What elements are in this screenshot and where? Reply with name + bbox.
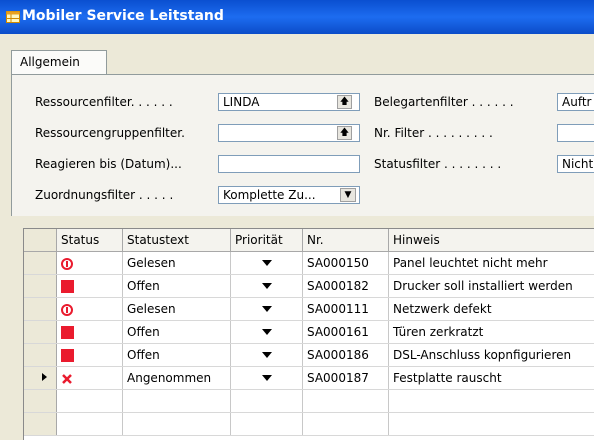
statustext-cell: Offen: [123, 275, 231, 298]
column-header-statustext[interactable]: Statustext: [123, 229, 231, 252]
column-header-hinweis[interactable]: Hinweis: [389, 229, 594, 252]
chevron-down-icon[interactable]: ▼: [340, 188, 356, 202]
nr-cell: SA000111: [303, 298, 389, 321]
priority-cell: [231, 252, 303, 275]
table-row[interactable]: Gelesen SA000150 Panel leuchtet nicht me…: [24, 252, 594, 275]
row-selector[interactable]: [24, 275, 57, 298]
hinweis-cell: Netzwerk defekt: [389, 298, 594, 321]
hinweis-cell: Festplatte rauscht: [389, 367, 594, 390]
open-square-icon: [61, 326, 74, 339]
read-circle-icon: [61, 258, 73, 270]
status-filter-field[interactable]: Nicht: [557, 155, 594, 173]
current-row-pointer-icon: [24, 372, 56, 382]
no-filter-label: Nr. Filter . . . . . . . . .: [374, 126, 493, 140]
tab-label: Allgemein: [20, 55, 80, 69]
read-circle-icon: [61, 304, 73, 316]
table-row[interactable]: Offen SA000161 Türen zerkratzt: [24, 321, 594, 344]
statustext-cell: Offen: [123, 344, 231, 367]
doc-type-filter-label: Belegartenfilter . . . . . .: [374, 95, 514, 109]
hinweis-cell: Drucker soll installiert werden: [389, 275, 594, 298]
row-selector[interactable]: [24, 298, 57, 321]
priority-arrow-icon: [261, 374, 273, 382]
priority-arrow-icon: [261, 259, 273, 267]
respond-by-label: Reagieren bis (Datum)...: [35, 157, 182, 171]
priority-arrow-icon: [261, 351, 273, 359]
tab-allgemein[interactable]: Allgemein: [11, 50, 107, 74]
row-selector[interactable]: [24, 321, 57, 344]
nr-cell: SA000182: [303, 275, 389, 298]
assignment-filter-label: Zuordnungsfilter . . . . .: [35, 188, 173, 202]
priority-cell: [231, 298, 303, 321]
table-window-icon: [6, 11, 20, 23]
row-selector[interactable]: [24, 367, 57, 390]
row-selector[interactable]: [24, 252, 57, 275]
table-row[interactable]: Gelesen SA000111 Netzwerk defekt: [24, 298, 594, 321]
priority-cell: [231, 275, 303, 298]
nr-cell: SA000150: [303, 252, 389, 275]
priority-arrow-icon: [261, 305, 273, 313]
open-square-icon: [61, 280, 74, 293]
window-title: Mobiler Service Leitstand: [22, 8, 224, 24]
accepted-x-icon: [61, 373, 73, 385]
lookup-arrow-icon[interactable]: 🡅: [337, 95, 352, 109]
column-header-nr[interactable]: Nr.: [303, 229, 389, 252]
priority-arrow-icon: [261, 282, 273, 290]
resource-group-filter-label: Ressourcengruppenfilter.: [35, 126, 185, 140]
hinweis-cell: Türen zerkratzt: [389, 321, 594, 344]
row-selector[interactable]: [24, 413, 57, 436]
priority-cell: [231, 344, 303, 367]
table-row[interactable]: [24, 390, 594, 413]
row-selector-header: [24, 229, 57, 252]
service-orders-grid: Status Statustext Priorität Nr. Hinweis …: [23, 228, 594, 440]
priority-cell: [231, 367, 303, 390]
table-row[interactable]: Offen SA000182 Drucker soll installiert …: [24, 275, 594, 298]
status-filter-label: Statusfilter . . . . . . . .: [374, 157, 501, 171]
column-header-status[interactable]: Status: [57, 229, 123, 252]
resource-filter-label: Ressourcenfilter. . . . . .: [35, 95, 173, 109]
statustext-cell: Gelesen: [123, 252, 231, 275]
column-header-prioritaet[interactable]: Priorität: [231, 229, 303, 252]
statustext-cell: Gelesen: [123, 298, 231, 321]
table-row[interactable]: [24, 413, 594, 436]
open-square-icon: [61, 349, 74, 362]
table-row[interactable]: Angenommen SA000187 Festplatte rauscht: [24, 367, 594, 390]
priority-arrow-icon: [261, 328, 273, 336]
nr-cell: SA000187: [303, 367, 389, 390]
lookup-arrow-icon[interactable]: 🡅: [337, 126, 352, 140]
respond-by-field[interactable]: [218, 155, 360, 173]
title-bar: Mobiler Service Leitstand: [0, 0, 594, 34]
hinweis-cell: DSL-Anschluss kopnfigurieren: [389, 344, 594, 367]
priority-cell: [231, 321, 303, 344]
table-row[interactable]: Offen SA000186 DSL-Anschluss kopnfigurie…: [24, 344, 594, 367]
statustext-cell: Offen: [123, 321, 231, 344]
assignment-filter-select[interactable]: Komplette Zu...: [218, 186, 360, 204]
hinweis-cell: Panel leuchtet nicht mehr: [389, 252, 594, 275]
nr-cell: SA000161: [303, 321, 389, 344]
row-selector[interactable]: [24, 344, 57, 367]
nr-cell: SA000186: [303, 344, 389, 367]
statustext-cell: Angenommen: [123, 367, 231, 390]
row-selector[interactable]: [24, 390, 57, 413]
no-filter-field[interactable]: [557, 124, 594, 142]
doc-type-filter-field[interactable]: Auftr: [557, 93, 594, 111]
